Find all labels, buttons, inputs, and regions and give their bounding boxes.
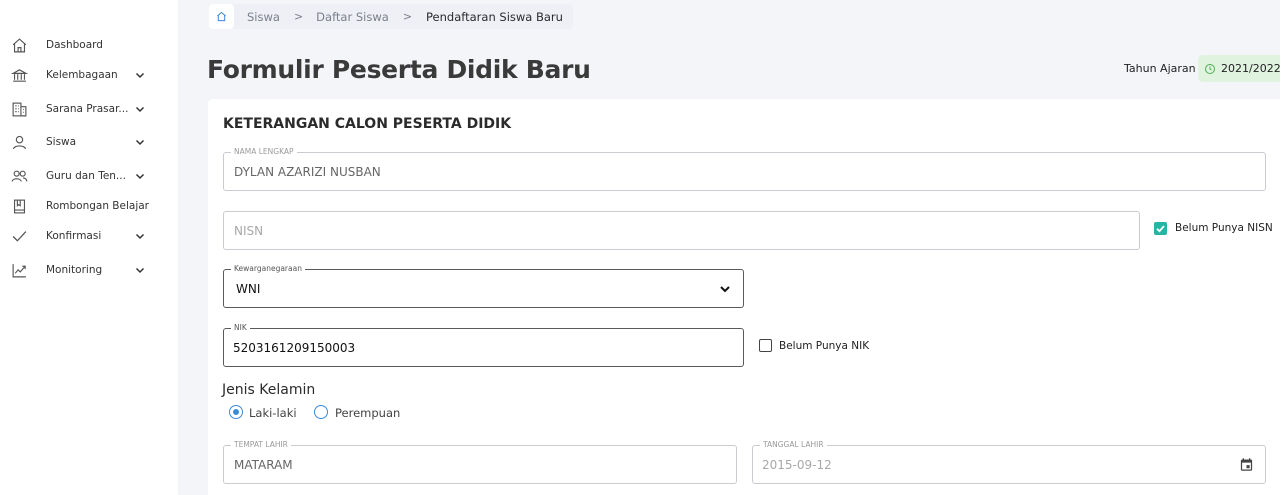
belum-nik-checkbox[interactable] <box>759 339 772 352</box>
sidebar-item-label: Kelembagaan <box>46 69 118 81</box>
chart-line-icon <box>11 262 28 279</box>
nik-field[interactable]: NIK 5203161209150003 <box>223 323 744 367</box>
breadcrumb-home-icon[interactable] <box>209 4 234 29</box>
sidebar-item-siswa[interactable]: Siswa <box>0 129 178 155</box>
chevron-down-icon[interactable] <box>134 230 146 242</box>
user-icon <box>11 134 28 151</box>
kewarganegaraan-value: WNI <box>236 281 261 296</box>
breadcrumb-link-siswa[interactable]: Siswa <box>247 10 280 24</box>
sidebar-item-sarana-prasarana[interactable]: Sarana Prasar... <box>0 96 178 122</box>
tahun-ajaran-badge[interactable]: 2021/2022 <box>1198 55 1280 82</box>
tahun-ajaran-label: Tahun Ajaran <box>1124 62 1196 75</box>
tempat-lahir-field[interactable]: TEMPAT LAHIR MATARAM <box>223 440 737 484</box>
breadcrumb-separator: > <box>402 10 413 23</box>
book-icon <box>11 198 28 215</box>
sidebar-item-label: Konfirmasi <box>46 230 102 242</box>
belum-nisn-checkbox[interactable] <box>1154 222 1167 235</box>
chevron-down-icon[interactable] <box>134 103 146 115</box>
nik-value: 5203161209150003 <box>233 340 356 355</box>
nama-lengkap-value: DYLAN AZARIZI NUSBAN <box>234 164 381 179</box>
sidebar-item-label: Rombongan Belajar <box>46 200 149 212</box>
sidebar-item-monitoring[interactable]: Monitoring <box>0 257 178 283</box>
radio-label-laki-laki: Laki-laki <box>249 406 297 420</box>
nama-lengkap-field[interactable]: NAMA LENGKAP DYLAN AZARIZI NUSBAN <box>223 147 1266 191</box>
home-icon <box>11 37 28 54</box>
breadcrumb-link-daftar-siswa[interactable]: Daftar Siswa <box>316 10 389 24</box>
sidebar-item-guru-tendik[interactable]: Guru dan Ten... <box>0 163 178 189</box>
breadcrumb-separator: > <box>293 10 304 23</box>
check-icon <box>11 228 28 245</box>
sidebar-item-label: Monitoring <box>46 264 103 276</box>
sidebar-item-dashboard[interactable]: Dashboard <box>0 32 178 58</box>
institution-icon <box>11 67 28 84</box>
radio-perempuan[interactable] <box>314 405 328 419</box>
tanggal-lahir-value: 2015-09-12 <box>762 457 832 472</box>
chevron-down-icon[interactable] <box>134 136 146 148</box>
breadcrumb-current: Pendaftaran Siswa Baru <box>426 9 563 24</box>
tanggal-lahir-field[interactable]: TANGGAL LAHIR 2015-09-12 <box>752 440 1266 484</box>
tahun-ajaran-value: 2021/2022 <box>1221 62 1280 75</box>
sidebar-item-label: Sarana Prasar... <box>46 103 129 115</box>
users-icon <box>11 168 28 185</box>
chevron-down-icon[interactable] <box>134 264 146 276</box>
clock-icon <box>1204 63 1216 75</box>
tempat-lahir-value: MATARAM <box>234 457 293 472</box>
chevron-down-icon[interactable] <box>134 69 146 81</box>
sidebar-item-label: Guru dan Ten... <box>46 170 126 182</box>
chevron-down-icon[interactable] <box>134 170 146 182</box>
radio-laki-laki[interactable] <box>229 405 243 419</box>
chevron-down-icon <box>719 284 731 294</box>
nisn-field[interactable]: NISN <box>223 211 1140 250</box>
sidebar-item-kelembagaan[interactable]: Kelembagaan <box>0 62 178 88</box>
page-title: Formulir Peserta Didik Baru <box>207 55 591 84</box>
sidebar-item-label: Siswa <box>46 136 77 148</box>
nisn-placeholder: NISN <box>234 223 264 238</box>
calendar-icon[interactable] <box>1239 457 1254 472</box>
sidebar-item-rombongan-belajar[interactable]: Rombongan Belajar <box>0 193 178 219</box>
sidebar-item-label: Dashboard <box>46 39 103 51</box>
section-title: KETERANGAN CALON PESERTA DIDIK <box>223 116 512 132</box>
belum-nik-label: Belum Punya NIK <box>779 340 870 352</box>
kewarganegaraan-select[interactable]: Kewarganegaraan WNI <box>223 264 744 308</box>
belum-nisn-label: Belum Punya NISN <box>1175 222 1273 234</box>
radio-label-perempuan: Perempuan <box>335 406 401 420</box>
sidebar-item-konfirmasi[interactable]: Konfirmasi <box>0 223 178 249</box>
building-icon <box>11 101 28 118</box>
jenis-kelamin-title: Jenis Kelamin <box>222 382 316 398</box>
sidebar: Dashboard Kelembagaan Sarana Prasar... S… <box>0 0 178 495</box>
breadcrumb: Siswa > Daftar Siswa > Pendaftaran Siswa… <box>209 4 573 29</box>
